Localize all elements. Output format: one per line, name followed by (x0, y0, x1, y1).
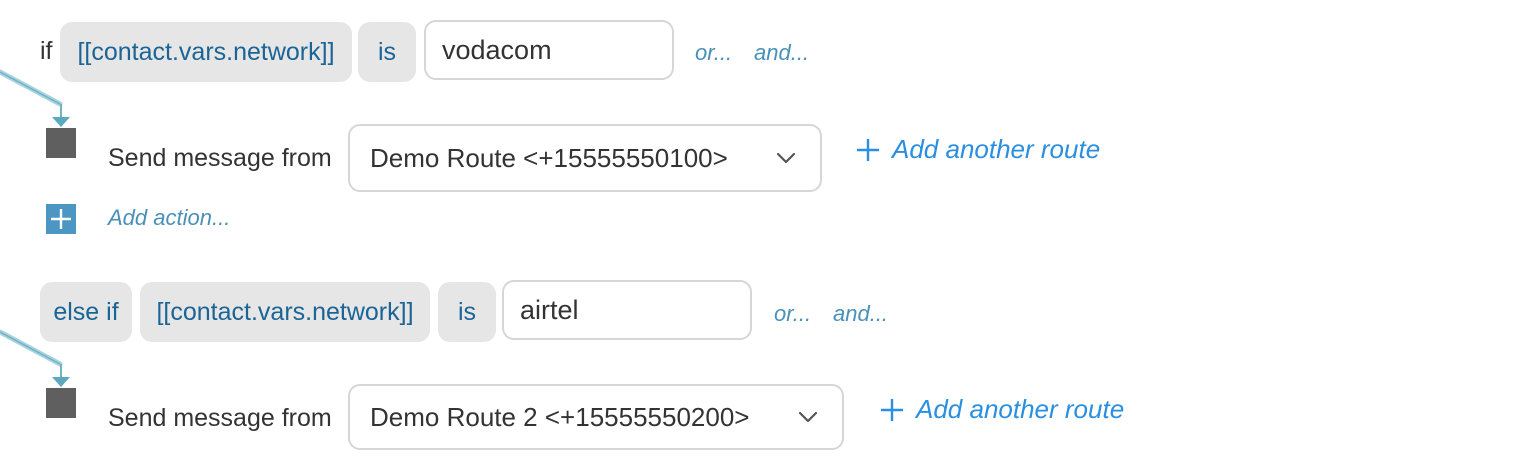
send-message-label: Send message from (108, 144, 332, 172)
connector-1 (0, 69, 70, 127)
add-action-button[interactable] (46, 204, 76, 234)
send-message-label: Send message from (108, 404, 332, 432)
add-another-route-button[interactable]: Add another route (880, 394, 1124, 425)
condition-operator-pill[interactable]: is (358, 22, 416, 82)
condition-value-input[interactable] (502, 280, 752, 340)
or-link[interactable]: or... (774, 301, 811, 327)
chevron-down-icon (798, 411, 818, 423)
action-node-square[interactable] (46, 128, 76, 158)
condition-operator-pill[interactable]: is (438, 282, 496, 342)
route-select-value: Demo Route <+15555550100> (370, 142, 728, 173)
action-node-square[interactable] (46, 388, 76, 418)
add-another-route-label: Add another route (892, 134, 1101, 164)
route-select-value: Demo Route 2 <+15555550200> (370, 401, 750, 432)
condition-field-pill[interactable]: [[contact.vars.network]] (60, 22, 352, 82)
route-select[interactable]: Demo Route 2 <+15555550200> (348, 384, 844, 450)
and-link[interactable]: and... (754, 40, 809, 66)
plus-icon (881, 398, 903, 421)
condition-field-pill[interactable]: [[contact.vars.network]] (140, 282, 430, 342)
plus-icon (857, 138, 879, 161)
condition-value-input[interactable] (424, 20, 674, 80)
add-another-route-label: Add another route (916, 394, 1125, 424)
route-select[interactable]: Demo Route <+15555550100> (348, 124, 822, 192)
else-if-keyword-pill[interactable]: else if (40, 282, 132, 342)
add-another-route-button[interactable]: Add another route (856, 134, 1100, 165)
and-link[interactable]: and... (833, 301, 888, 327)
chevron-down-icon (776, 152, 796, 164)
plus-square-icon (51, 209, 71, 229)
if-keyword: if (40, 37, 53, 65)
or-link[interactable]: or... (695, 40, 732, 66)
add-action-link[interactable]: Add action... (108, 205, 230, 231)
